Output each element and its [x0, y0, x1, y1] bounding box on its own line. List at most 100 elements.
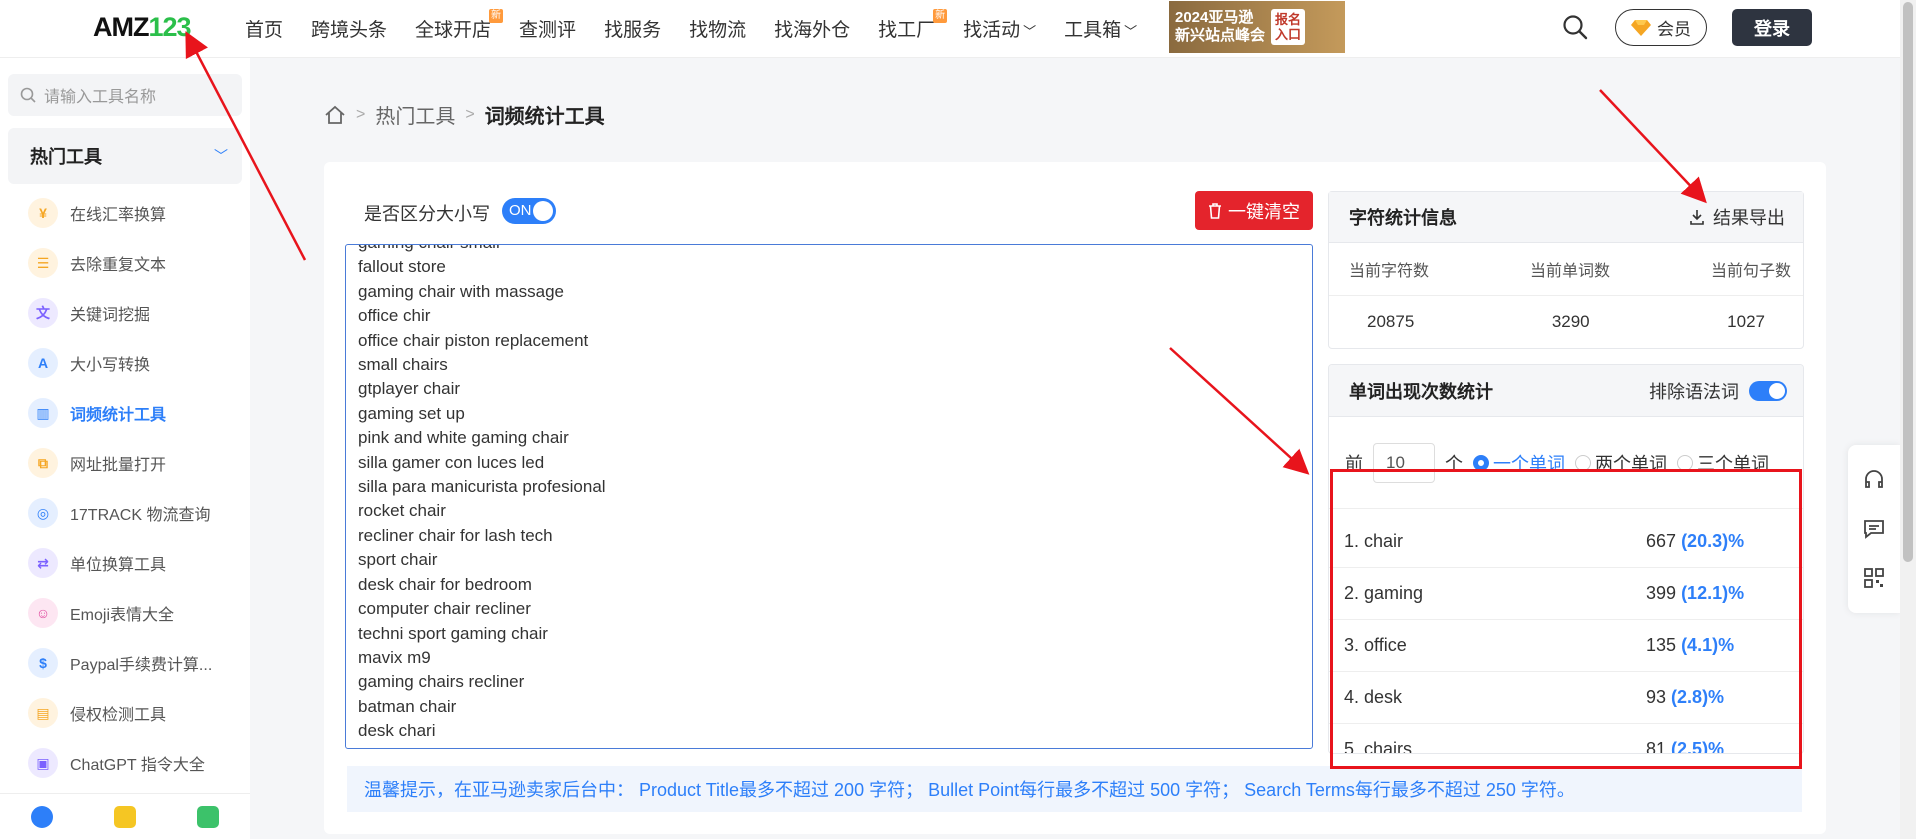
clock-icon[interactable]	[30, 806, 53, 828]
breadcrumb-separator: >	[465, 105, 475, 123]
top-navbar: AMZ123 首页 跨境头条 全球开店新 查测评 找服务 找物流 找海外仓 找工…	[0, 0, 1900, 58]
dedupe-icon: ☰	[28, 248, 58, 278]
search-icon	[20, 87, 36, 103]
currency-icon: ¥	[28, 198, 58, 228]
sidebar-item-dedupe[interactable]: ☰ 去除重复文本	[28, 238, 212, 288]
nav-item-home[interactable]: 首页	[231, 15, 297, 42]
case-sensitive-label: 是否区分大小写	[364, 204, 490, 224]
textarea-line: fallout store	[358, 257, 446, 277]
nav-item-toolbox[interactable]: 工具箱 ﹀	[1050, 15, 1151, 42]
login-button[interactable]: 登录	[1732, 9, 1812, 46]
trash-icon	[1209, 202, 1221, 219]
case-sensitive-toggle[interactable]: ON	[502, 198, 556, 224]
tool-search-input[interactable]: 请输入工具名称	[8, 74, 242, 116]
floating-toolbar	[1848, 445, 1900, 613]
new-badge: 新	[489, 9, 504, 23]
exclude-stopwords-toggle[interactable]	[1749, 380, 1787, 401]
links-icon: ⧉	[28, 448, 58, 478]
home-icon[interactable]	[324, 105, 346, 125]
vip-button[interactable]: 会员	[1615, 9, 1707, 46]
textarea-line: gtplayer chair	[358, 379, 461, 399]
feedback-icon[interactable]	[1862, 517, 1886, 541]
clear-all-button[interactable]: 一键清空	[1195, 191, 1313, 230]
breadcrumb-current: 词频统计工具	[484, 106, 605, 128]
sidebar-item-infringement[interactable]: ▤ 侵权检测工具	[28, 688, 212, 738]
sentence-count-header: 当前句子数	[1710, 263, 1791, 280]
textarea-line: office chair piston replacement	[358, 330, 589, 350]
sentence-count-value: 1027	[1727, 312, 1765, 331]
breadcrumb-parent[interactable]: 热门工具	[375, 100, 455, 129]
chevron-down-icon: ﹀	[214, 148, 228, 164]
sidebar-item-emoji[interactable]: ☺ Emoji表情大全	[28, 588, 212, 638]
sidebar: 请输入工具名称 热门工具 ﹀ ¥ 在线汇率换算 ☰ 去除重复文本 文关键词挖掘 A大…	[0, 58, 250, 839]
chat-icon[interactable]	[197, 806, 220, 828]
sidebar-bottom-bar	[0, 793, 250, 839]
textarea-line: silla gamer con luces led	[358, 452, 545, 472]
textarea-line: recliner chair for lash tech	[358, 525, 553, 545]
char-count-value: 20875	[1367, 312, 1415, 331]
keyword-textarea[interactable]: gaming chair small fallout store gaming ch…	[345, 244, 1313, 749]
textarea-line: sport chair	[358, 550, 438, 570]
sidebar-item-currency[interactable]: ¥ 在线汇率换算	[28, 188, 212, 238]
qrcode-icon[interactable]	[1862, 566, 1886, 590]
nav-item-factory[interactable]: 找工厂新	[864, 9, 949, 42]
sidebar-item-url-open[interactable]: ⧉ 网址批量打开	[28, 438, 212, 488]
textarea-line: pink and white gaming chair	[358, 428, 569, 448]
sidebar-item-unit[interactable]: ⇄ 单位换算工具	[28, 538, 212, 588]
new-badge: 新	[933, 9, 948, 23]
nav-item-logistics[interactable]: 找物流	[675, 15, 760, 42]
textarea-line: office chir	[358, 306, 431, 326]
star-icon[interactable]	[113, 806, 136, 828]
textarea-line: techni sport gaming chair	[358, 623, 548, 643]
textarea-line: rocket chair	[358, 501, 446, 521]
textarea-line: gaming chair small	[358, 245, 1300, 255]
headset-icon[interactable]	[1862, 468, 1886, 492]
tip-banner: 温馨提示，在亚马逊卖家后台中： Product Title最多不超过 200 字…	[347, 766, 1802, 812]
textarea-line: computer chair recliner	[358, 599, 531, 619]
translate-icon: 文	[28, 298, 58, 328]
word-freq-title: 单词出现次数统计	[1349, 381, 1493, 402]
page-scrollbar[interactable]	[1900, 0, 1916, 839]
sidebar-group-hot-tools[interactable]: 热门工具 ﹀	[8, 128, 242, 184]
textarea-line: batman chair	[358, 696, 457, 716]
chatgpt-icon: ▣	[28, 748, 58, 778]
char-count-header: 当前字符数	[1349, 263, 1430, 280]
download-icon	[1690, 210, 1704, 225]
search-icon[interactable]	[1562, 14, 1588, 40]
nav-item-warehouse[interactable]: 找海外仓	[760, 15, 864, 42]
breadcrumb-separator: >	[356, 105, 366, 123]
convert-icon: ⇄	[28, 548, 58, 578]
site-logo[interactable]: AMZ123	[93, 12, 192, 43]
annotation-highlight-box	[1330, 469, 1802, 769]
textarea-line: gaming chairs recliner	[358, 672, 525, 692]
sidebar-item-chatgpt[interactable]: ▣ ChatGPT 指令大全	[28, 738, 212, 788]
textarea-line: desk chari	[358, 721, 436, 741]
emoji-icon: ☺	[28, 598, 58, 628]
chevron-down-icon: ﹀	[1023, 24, 1037, 39]
textarea-line: gaming set up	[358, 403, 465, 423]
chevron-down-icon: ﹀	[1124, 24, 1138, 39]
sidebar-item-word-freq[interactable]: ▥ 词频统计工具	[28, 388, 212, 438]
nav-item-reviews[interactable]: 查测评	[505, 15, 590, 42]
textarea-line: small chairs	[358, 355, 448, 375]
breadcrumb: > 热门工具 > 词频统计工具	[324, 100, 605, 129]
char-stats-panel: 字符统计信息 结果导出 当前字符数 当前单词数 当前句子数 20875 3290…	[1328, 191, 1804, 349]
sidebar-item-keyword[interactable]: 文关键词挖掘	[28, 288, 212, 338]
sidebar-item-17track[interactable]: ◎ 17TRACK 物流查询	[28, 488, 212, 538]
sidebar-item-case[interactable]: A 大小写转换	[28, 338, 212, 388]
word-count-header: 当前单词数	[1529, 263, 1610, 280]
doc-check-icon: ▤	[28, 698, 58, 728]
track-icon: ◎	[28, 498, 58, 528]
textarea-line: gaming chair with massage	[358, 281, 564, 301]
nav-item-events[interactable]: 找活动 ﹀	[949, 15, 1050, 42]
main-nav: 首页 跨境头条 全球开店新 查测评 找服务 找物流 找海外仓 找工厂新 找活动 ﹀…	[231, 9, 1151, 42]
nav-item-global-store[interactable]: 全球开店新	[401, 9, 505, 42]
exclude-stopwords-label: 排除语法词	[1649, 381, 1739, 402]
textarea-line: silla para manicurista profesional	[358, 477, 606, 497]
nav-item-news[interactable]: 跨境头条	[297, 15, 401, 42]
nav-item-services[interactable]: 找服务	[590, 15, 675, 42]
export-button[interactable]: 结果导出	[1689, 204, 1785, 230]
char-stats-title: 字符统计信息	[1349, 208, 1457, 228]
sidebar-item-paypal[interactable]: $ Paypal手续费计算...	[28, 638, 212, 688]
summit-banner[interactable]: 2024亚马逊 新兴站点峰会 报名 入口	[1169, 1, 1345, 53]
